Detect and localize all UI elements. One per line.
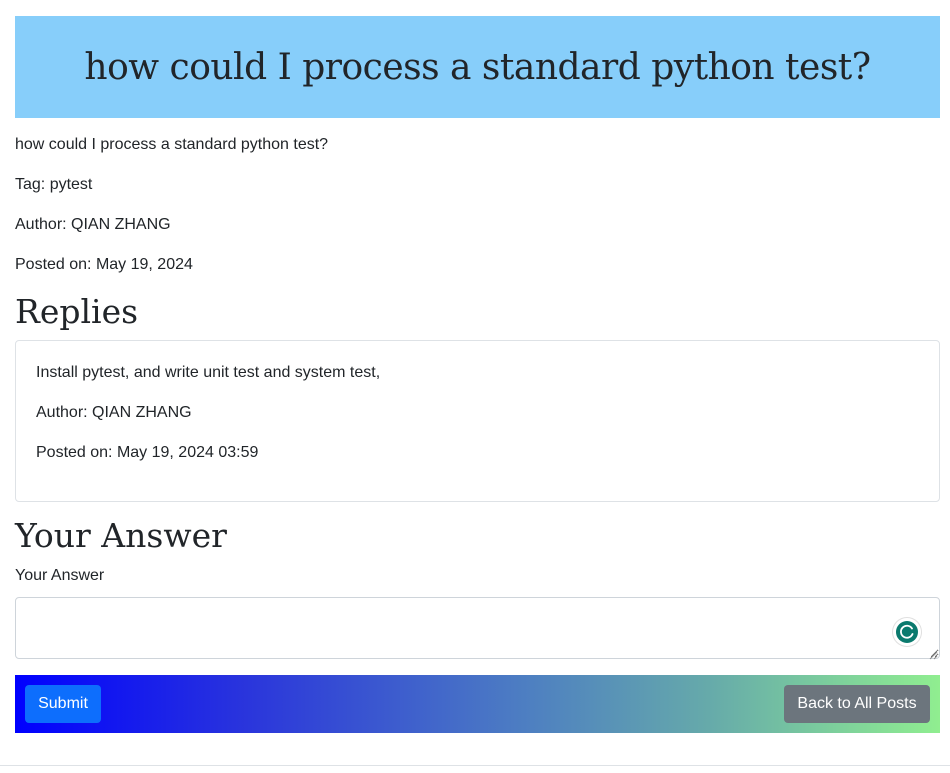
resize-grip-icon[interactable] — [928, 647, 938, 660]
reply-content: Install pytest, and write unit test and … — [36, 364, 381, 381]
submit-button[interactable]: Submit — [25, 685, 101, 723]
action-bar: Submit Back to All Posts — [15, 675, 940, 733]
title-banner: how could I process a standard python te… — [15, 16, 940, 118]
answer-textarea[interactable] — [15, 597, 940, 659]
reply-date: Posted on: May 19, 2024 03:59 — [36, 444, 259, 461]
grammar-assistant-icon[interactable] — [893, 618, 921, 646]
post-tag: Tag: pytest — [15, 176, 93, 193]
post-author: Author: QIAN ZHANG — [15, 216, 171, 233]
reply-author: Author: QIAN ZHANG — [36, 404, 192, 421]
back-to-all-posts-button[interactable]: Back to All Posts — [784, 685, 930, 723]
page-title: how could I process a standard python te… — [84, 46, 871, 88]
bottom-divider — [0, 765, 950, 766]
answer-field-label: Your Answer — [15, 567, 105, 584]
post-body: how could I process a standard python te… — [15, 136, 329, 153]
post-detail-page: how could I process a standard python te… — [0, 0, 950, 773]
post-date: Posted on: May 19, 2024 — [15, 256, 193, 273]
your-answer-heading: Your Answer — [15, 516, 227, 555]
replies-heading: Replies — [15, 292, 139, 331]
reply-card: Install pytest, and write unit test and … — [15, 340, 940, 502]
